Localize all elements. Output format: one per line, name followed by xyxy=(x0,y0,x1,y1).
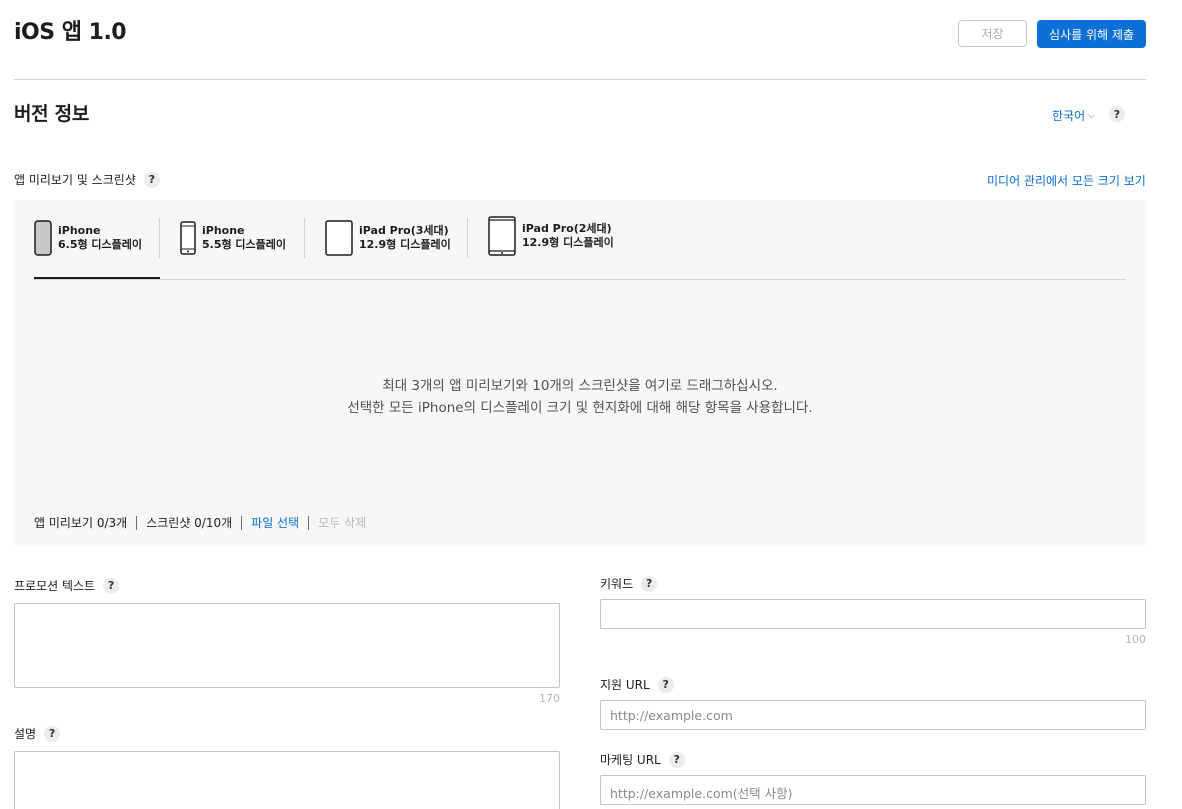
keyword-char-counter: 100 xyxy=(1125,633,1146,646)
dropzone-instruction-detail: 선택한 모든 iPhone의 디스플레이 크기 및 현지화에 대해 해당 항목을… xyxy=(347,400,813,416)
iphone-device-icon xyxy=(180,221,196,255)
support-url-input[interactable]: http://example.com xyxy=(600,700,1146,730)
tab-iphone-65[interactable]: iPhone 6.5형 디스플레이 xyxy=(34,218,142,258)
tab-ipad-pro-2[interactable]: iPad Pro(2세대) 12.9형 디스플레이 xyxy=(488,216,614,256)
support-url-label-row: 지원 URL ? xyxy=(600,676,674,693)
chevron-down-icon: ⌵ xyxy=(1088,110,1095,121)
save-button[interactable]: 저장 xyxy=(958,20,1027,47)
tab-display-size: 5.5형 디스플레이 xyxy=(202,238,287,251)
language-selector[interactable]: 한국어 ⌵ xyxy=(1052,107,1095,124)
help-icon[interactable]: ? xyxy=(44,725,61,742)
delete-all-link: 모두 삭제 xyxy=(318,516,367,530)
keyword-label-row: 키워드 ? xyxy=(600,575,658,592)
description-label: 설명 xyxy=(14,727,37,741)
promo-char-counter: 170 xyxy=(539,692,560,705)
media-manager-link[interactable]: 미디어 관리에서 모든 크기 보기 xyxy=(987,172,1146,189)
iphone-device-icon xyxy=(34,220,52,256)
promo-label: 프로모션 텍스트 xyxy=(14,579,96,593)
marketing-url-label: 마케팅 URL xyxy=(600,753,661,767)
marketing-url-input[interactable]: http://example.com(선택 사항) xyxy=(600,775,1146,805)
support-url-placeholder: http://example.com xyxy=(610,708,733,723)
tab-divider xyxy=(304,218,305,258)
help-icon[interactable]: ? xyxy=(657,676,674,693)
language-label: 한국어 xyxy=(1052,109,1086,123)
description-field[interactable] xyxy=(14,751,560,809)
tab-divider xyxy=(467,218,468,258)
section-title: 버전 정보 xyxy=(14,103,90,125)
tab-device-name: iPad Pro(3세대) xyxy=(359,224,449,237)
media-counts-row: 앱 미리보기 0/3개 스크린샷 0/10개 파일 선택 모두 삭제 xyxy=(34,514,366,531)
promo-text-field[interactable] xyxy=(14,603,560,688)
tab-divider xyxy=(159,218,160,258)
promo-label-row: 프로모션 텍스트 ? xyxy=(14,577,120,594)
screenshot-count: 스크린샷 0/10개 xyxy=(146,516,233,530)
preview-label: 앱 미리보기 및 스크린샷 xyxy=(14,173,136,187)
dropzone-instruction: 최대 3개의 앱 미리보기와 10개의 스크린샷을 여기로 드래그하십시오. xyxy=(382,378,778,394)
help-icon[interactable]: ? xyxy=(143,171,160,188)
tab-device-name: iPhone xyxy=(202,224,245,237)
ipad-device-icon xyxy=(325,220,353,256)
choose-file-link[interactable]: 파일 선택 xyxy=(251,514,299,531)
support-url-label: 지원 URL xyxy=(600,678,650,692)
keyword-input[interactable] xyxy=(600,599,1146,629)
marketing-url-label-row: 마케팅 URL ? xyxy=(600,751,685,768)
help-icon[interactable]: ? xyxy=(103,577,120,594)
tab-iphone-55[interactable]: iPhone 5.5형 디스플레이 xyxy=(180,218,286,258)
tab-device-name: iPad Pro(2세대) xyxy=(522,222,612,235)
preview-count: 앱 미리보기 0/3개 xyxy=(34,516,128,530)
marketing-url-placeholder: http://example.com(선택 사항) xyxy=(610,786,793,801)
separator xyxy=(308,515,310,530)
help-icon[interactable]: ? xyxy=(641,575,658,592)
separator xyxy=(136,515,138,530)
submit-for-review-button[interactable]: 심사를 위해 제출 xyxy=(1037,20,1146,48)
help-icon[interactable]: ? xyxy=(1109,106,1125,122)
page-title: iOS 앱 1.0 xyxy=(14,20,127,45)
tab-ipad-pro-3[interactable]: iPad Pro(3세대) 12.9형 디스플레이 xyxy=(325,218,451,258)
tab-display-size: 6.5형 디스플레이 xyxy=(58,238,143,251)
header-divider xyxy=(14,79,1146,80)
separator xyxy=(241,515,243,530)
keyword-label: 키워드 xyxy=(600,577,634,591)
tab-display-size: 12.9형 디스플레이 xyxy=(522,236,614,249)
tabs-baseline xyxy=(34,279,1126,280)
tab-display-size: 12.9형 디스플레이 xyxy=(359,238,451,251)
tab-device-name: iPhone xyxy=(58,224,101,237)
preview-label-row: 앱 미리보기 및 스크린샷 ? xyxy=(14,171,160,188)
help-icon[interactable]: ? xyxy=(668,751,685,768)
ipad-device-icon xyxy=(488,216,516,256)
active-tab-indicator xyxy=(34,277,160,279)
description-label-row: 설명 ? xyxy=(14,725,61,742)
